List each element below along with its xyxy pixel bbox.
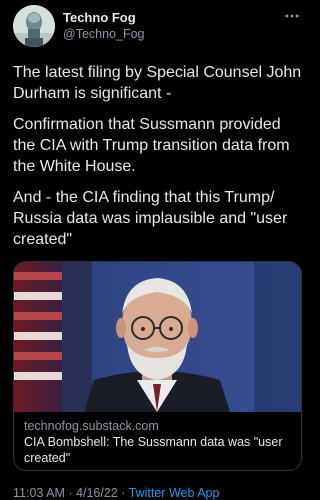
author-names: Techno Fog @Techno_Fog <box>63 10 145 42</box>
footer-separator: · <box>121 486 126 500</box>
tweet-paragraph: The latest filing by Special Counsel Joh… <box>13 64 302 102</box>
author-display-name[interactable]: Techno Fog <box>63 10 145 26</box>
tweet-text: The latest filing by Special Counsel Joh… <box>13 62 305 260</box>
tweet-source-link[interactable]: Twitter Web App <box>129 486 220 500</box>
avatar-image <box>13 5 55 47</box>
tweet-footer: 11:03 AM · 4/16/22 · Twitter Web App <box>13 486 219 500</box>
tweet-paragraph: Confirmation that Sussmann provided the … <box>13 116 290 175</box>
footer-separator: · <box>68 486 73 500</box>
author-handle[interactable]: @Techno_Fog <box>63 26 145 42</box>
link-card-meta: technofog.substack.com CIA Bombshell: Th… <box>24 418 294 466</box>
link-card-domain: technofog.substack.com <box>24 419 159 433</box>
tweet-paragraph: And - the CIA finding that this Trump/ R… <box>13 189 288 248</box>
avatar[interactable] <box>13 5 55 47</box>
tweet-header: Techno Fog @Techno_Fog <box>13 5 303 47</box>
link-card[interactable]: technofog.substack.com CIA Bombshell: Th… <box>13 261 302 471</box>
tweet-time[interactable]: 11:03 AM <box>13 486 65 500</box>
link-card-image[interactable] <box>14 262 301 412</box>
ellipsis-icon[interactable] <box>281 9 303 23</box>
tweet-date[interactable]: 4/16/22 <box>76 486 118 500</box>
link-card-title[interactable]: CIA Bombshell: The Sussmann data was "us… <box>24 434 294 466</box>
tweet: Techno Fog @Techno_Fog The latest filing… <box>0 0 315 500</box>
